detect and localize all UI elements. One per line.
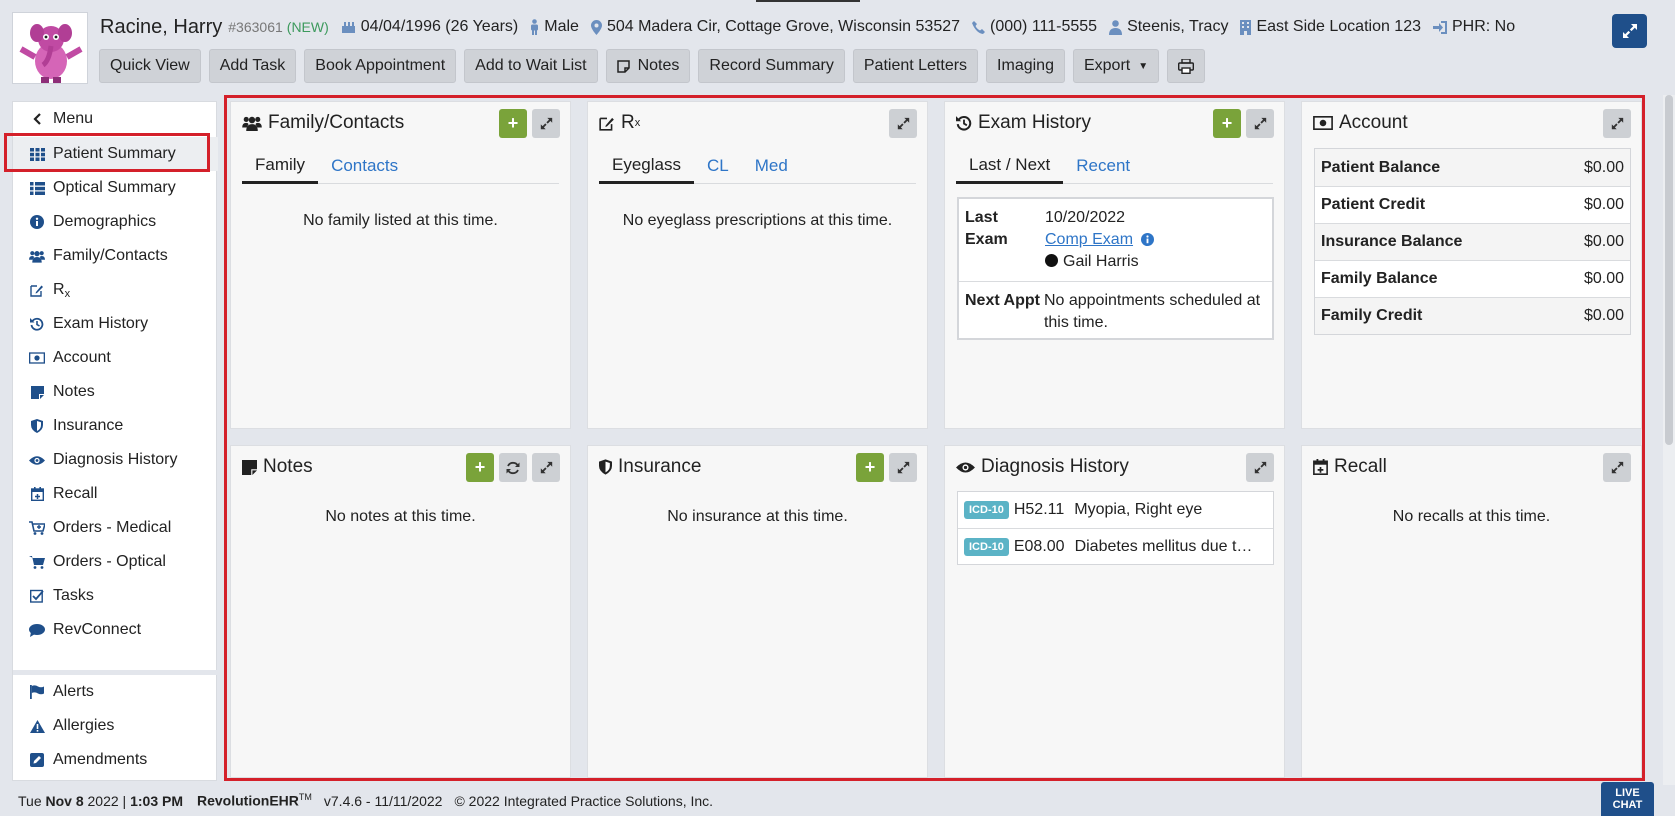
building-icon — [1240, 19, 1252, 35]
sidebar-item-demographics[interactable]: Demographics — [13, 205, 218, 239]
export-dropdown[interactable]: Export ▼ — [1072, 49, 1160, 83]
patient-provider: Steenis, Tracy — [1109, 18, 1228, 36]
list-icon — [29, 181, 45, 195]
footer-version: v7.4.6 - 11/11/2022 — [323, 792, 443, 809]
history-icon — [29, 317, 45, 331]
live-chat-button[interactable]: LIVE CHAT — [1601, 782, 1654, 816]
users-icon — [29, 250, 45, 263]
cart-plus-icon — [29, 521, 45, 535]
patient-phone: (000) 111-5555 — [972, 18, 1097, 36]
expand-header-button[interactable] — [1612, 14, 1647, 48]
sidebar-item-rx[interactable]: Rx — [13, 273, 218, 307]
patient-info-bar: Racine, Harry #363061 (NEW) 04/04/1996 (… — [100, 14, 1515, 40]
sidebar-item-account[interactable]: Account — [13, 341, 218, 375]
chat-icon — [29, 623, 45, 637]
footer-product: RevolutionEHR — [197, 792, 299, 809]
sidebar-item-orders-medical[interactable]: Orders - Medical — [13, 511, 218, 545]
sidebar-item-exam-history[interactable]: Exam History — [13, 307, 218, 341]
record-summary-button[interactable]: Record Summary — [698, 49, 845, 83]
scrollbar[interactable] — [1663, 95, 1675, 785]
map-marker-icon — [590, 19, 602, 35]
sidebar-item-notes[interactable]: Notes — [13, 375, 218, 409]
sidebar-item-tasks[interactable]: Tasks — [13, 579, 218, 613]
money-icon — [29, 352, 45, 364]
patient-toolbar: Quick View Add Task Book Appointment Add… — [99, 49, 1206, 83]
avatar — [12, 12, 88, 84]
footer-day: Tue — [18, 792, 42, 809]
info-icon — [29, 215, 45, 229]
sidebar-item-orders-optical[interactable]: Orders - Optical — [13, 545, 218, 579]
quick-view-button[interactable]: Quick View — [99, 49, 201, 83]
sidebar-item-alerts[interactable]: Alerts — [13, 675, 218, 709]
status-footer: Tue Nov 8 2022 | 1:03 PM RevolutionEHRTM… — [0, 785, 1675, 816]
male-icon — [530, 19, 539, 35]
sidebar-item-insurance[interactable]: Insurance — [13, 409, 218, 443]
sidebar-menu-label: Menu — [53, 110, 94, 127]
sidebar-item-revconnect[interactable]: RevConnect — [13, 613, 218, 647]
patient-phr: PHR: No — [1433, 18, 1515, 36]
active-tab-indicator — [756, 0, 860, 2]
shield-icon — [29, 419, 45, 433]
check-square-icon — [29, 589, 45, 603]
patient-location: East Side Location 123 — [1240, 18, 1421, 36]
user-md-icon — [1109, 19, 1123, 35]
sidebar-item-amendments[interactable]: Amendments — [13, 743, 218, 777]
panels-highlight — [224, 95, 1645, 781]
print-button[interactable] — [1167, 49, 1206, 83]
patient-status: (NEW) — [286, 19, 329, 35]
export-label: Export — [1083, 57, 1131, 74]
edit-icon — [29, 283, 45, 297]
book-appointment-button[interactable]: Book Appointment — [304, 49, 457, 83]
footer-time: 1:03 PM — [130, 792, 183, 809]
expand-icon — [1622, 24, 1637, 38]
caret-down-icon: ▼ — [1138, 60, 1149, 72]
patient-gender: Male — [530, 18, 579, 36]
footer-date: Nov 8 — [45, 792, 84, 809]
warning-icon — [29, 719, 45, 733]
patient-letters-button[interactable]: Patient Letters — [852, 49, 979, 83]
chevron-left-icon — [29, 113, 45, 125]
sidebar-item-diagnosis-history[interactable]: Diagnosis History — [13, 443, 218, 477]
sidebar-item-family-contacts[interactable]: Family/Contacts — [13, 239, 218, 273]
sticky-note-icon — [616, 59, 630, 73]
active-item-highlight — [4, 133, 210, 172]
cart-icon — [29, 555, 45, 569]
flag-icon — [29, 685, 45, 699]
print-icon — [1178, 58, 1195, 74]
sign-in-icon — [1433, 20, 1447, 34]
sidebar-item-allergies[interactable]: Allergies — [13, 709, 218, 743]
note-icon — [29, 385, 45, 399]
imaging-button[interactable]: Imaging — [986, 49, 1065, 83]
sidebar-item-optical-summary[interactable]: Optical Summary — [13, 171, 218, 205]
add-wait-list-button[interactable]: Add to Wait List — [464, 49, 598, 83]
scrollbar-thumb[interactable] — [1665, 95, 1673, 445]
add-task-button[interactable]: Add Task — [208, 49, 297, 83]
eye-icon — [29, 455, 45, 466]
patient-id: #363061 — [228, 19, 283, 35]
notes-button[interactable]: Notes — [605, 49, 691, 83]
phone-icon — [972, 20, 986, 34]
patient-name: Racine, Harry — [100, 15, 223, 38]
patient-dob: 04/04/1996 (26 Years) — [341, 18, 518, 36]
footer-tm: TM — [298, 792, 312, 803]
footer-year: 2022 | — [87, 792, 127, 809]
notes-button-label: Notes — [637, 57, 680, 74]
calendar-plus-icon — [29, 487, 45, 501]
sidebar-menu-back[interactable]: Menu — [13, 102, 218, 136]
birthday-cake-icon — [341, 20, 356, 34]
patient-header: Racine, Harry #363061 (NEW) 04/04/1996 (… — [0, 0, 1675, 92]
footer-copyright: © 2022 Integrated Practice Solutions, In… — [454, 792, 714, 809]
sidebar: Menu Patient Summary Optical Summary Dem… — [12, 101, 218, 781]
patient-address: 504 Madera Cir, Cottage Grove, Wisconsin… — [590, 18, 960, 36]
sidebar-item-recall[interactable]: Recall — [13, 477, 218, 511]
pencil-square-icon — [29, 753, 45, 767]
